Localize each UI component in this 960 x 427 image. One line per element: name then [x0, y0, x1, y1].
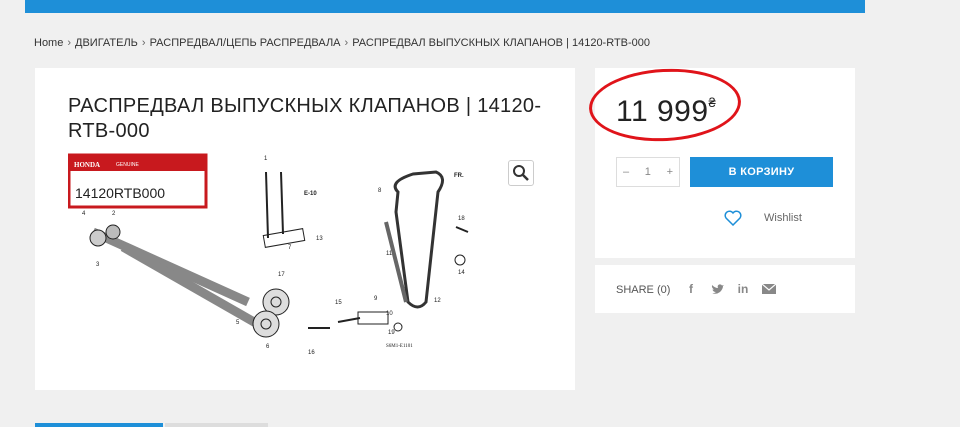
top-bar: [25, 0, 865, 13]
svg-text:9: 9: [374, 296, 378, 302]
breadcrumb: Home › ДВИГАТЕЛЬ › РАСПРЕДВАЛ/ЦЕПЬ РАСПРЕДВА…: [34, 37, 650, 49]
add-to-cart-button[interactable]: В КОРЗИНУ: [690, 157, 833, 187]
tab-active-indicator[interactable]: [35, 423, 163, 427]
breadcrumb-engine[interactable]: ДВИГАТЕЛЬ: [75, 37, 138, 49]
camshafts: [89, 224, 290, 338]
share-icons: f in: [684, 282, 776, 296]
breadcrumb-separator: ›: [344, 37, 349, 49]
svg-text:10: 10: [386, 311, 393, 317]
svg-text:18: 18: [458, 216, 465, 222]
magnifier-icon: [513, 165, 529, 181]
qty-value[interactable]: 1: [645, 166, 651, 178]
zoom-button[interactable]: [508, 160, 534, 186]
breadcrumb-camshaft-chain[interactable]: РАСПРЕДВАЛ/ЦЕПЬ РАСПРЕДВАЛА: [150, 37, 341, 49]
genuine-badge: HONDA GENUINE 14120RTB000: [68, 153, 208, 209]
qty-plus-button[interactable]: +: [667, 166, 673, 178]
quantity-stepper[interactable]: – 1 +: [616, 157, 680, 187]
diagram-code: S6M1-E1101: [386, 344, 413, 349]
wishlist-label: Wishlist: [764, 212, 802, 224]
breadcrumb-separator: ›: [67, 37, 72, 49]
svg-text:12: 12: [434, 298, 441, 304]
qty-minus-button[interactable]: –: [623, 166, 629, 178]
heart-icon: [724, 210, 742, 226]
linkedin-icon[interactable]: in: [736, 282, 750, 296]
svg-text:6: 6: [266, 344, 270, 350]
badge-part-number: 14120RTB000: [75, 185, 165, 201]
svg-text:1: 1: [264, 156, 268, 162]
breadcrumb-current: РАСПРЕДВАЛ ВЫПУСКНЫХ КЛАПАНОВ | 14120-RT…: [352, 37, 651, 49]
facebook-icon[interactable]: f: [684, 282, 698, 296]
svg-text:4: 4: [82, 211, 86, 217]
svg-text:11: 11: [386, 251, 393, 257]
svg-text:14: 14: [458, 270, 465, 276]
svg-text:17: 17: [278, 272, 285, 278]
svg-text:7: 7: [288, 245, 292, 251]
twitter-icon[interactable]: [710, 282, 724, 296]
svg-text:8: 8: [378, 188, 382, 194]
svg-text:2: 2: [112, 211, 116, 217]
share-label: SHARE (0): [616, 284, 671, 296]
svg-text:13: 13: [316, 236, 323, 242]
svg-text:3: 3: [96, 262, 100, 268]
wishlist-link[interactable]: Wishlist: [724, 210, 802, 226]
breadcrumb-separator: ›: [141, 37, 146, 49]
parts-diagram[interactable]: HONDA GENUINE 14120RTB000 42 35 67 1615 …: [68, 152, 538, 357]
badge-brand: HONDA: [74, 161, 100, 169]
svg-text:5: 5: [236, 320, 240, 326]
chain-assembly: [262, 170, 469, 332]
breadcrumb-home[interactable]: Home: [34, 37, 63, 49]
badge-label: GENUINE: [116, 162, 139, 168]
svg-text:16: 16: [308, 350, 315, 356]
svg-text:19: 19: [388, 330, 395, 336]
email-icon[interactable]: [762, 282, 776, 296]
diagram-ref: E-10: [304, 191, 317, 197]
product-title: РАСПРЕДВАЛ ВЫПУСКНЫХ КЛАПАНОВ | 14120-RT…: [68, 95, 542, 142]
svg-text:15: 15: [335, 300, 342, 306]
tab-inactive-indicator[interactable]: [165, 423, 268, 427]
front-arrow-label: FR.: [454, 173, 464, 179]
